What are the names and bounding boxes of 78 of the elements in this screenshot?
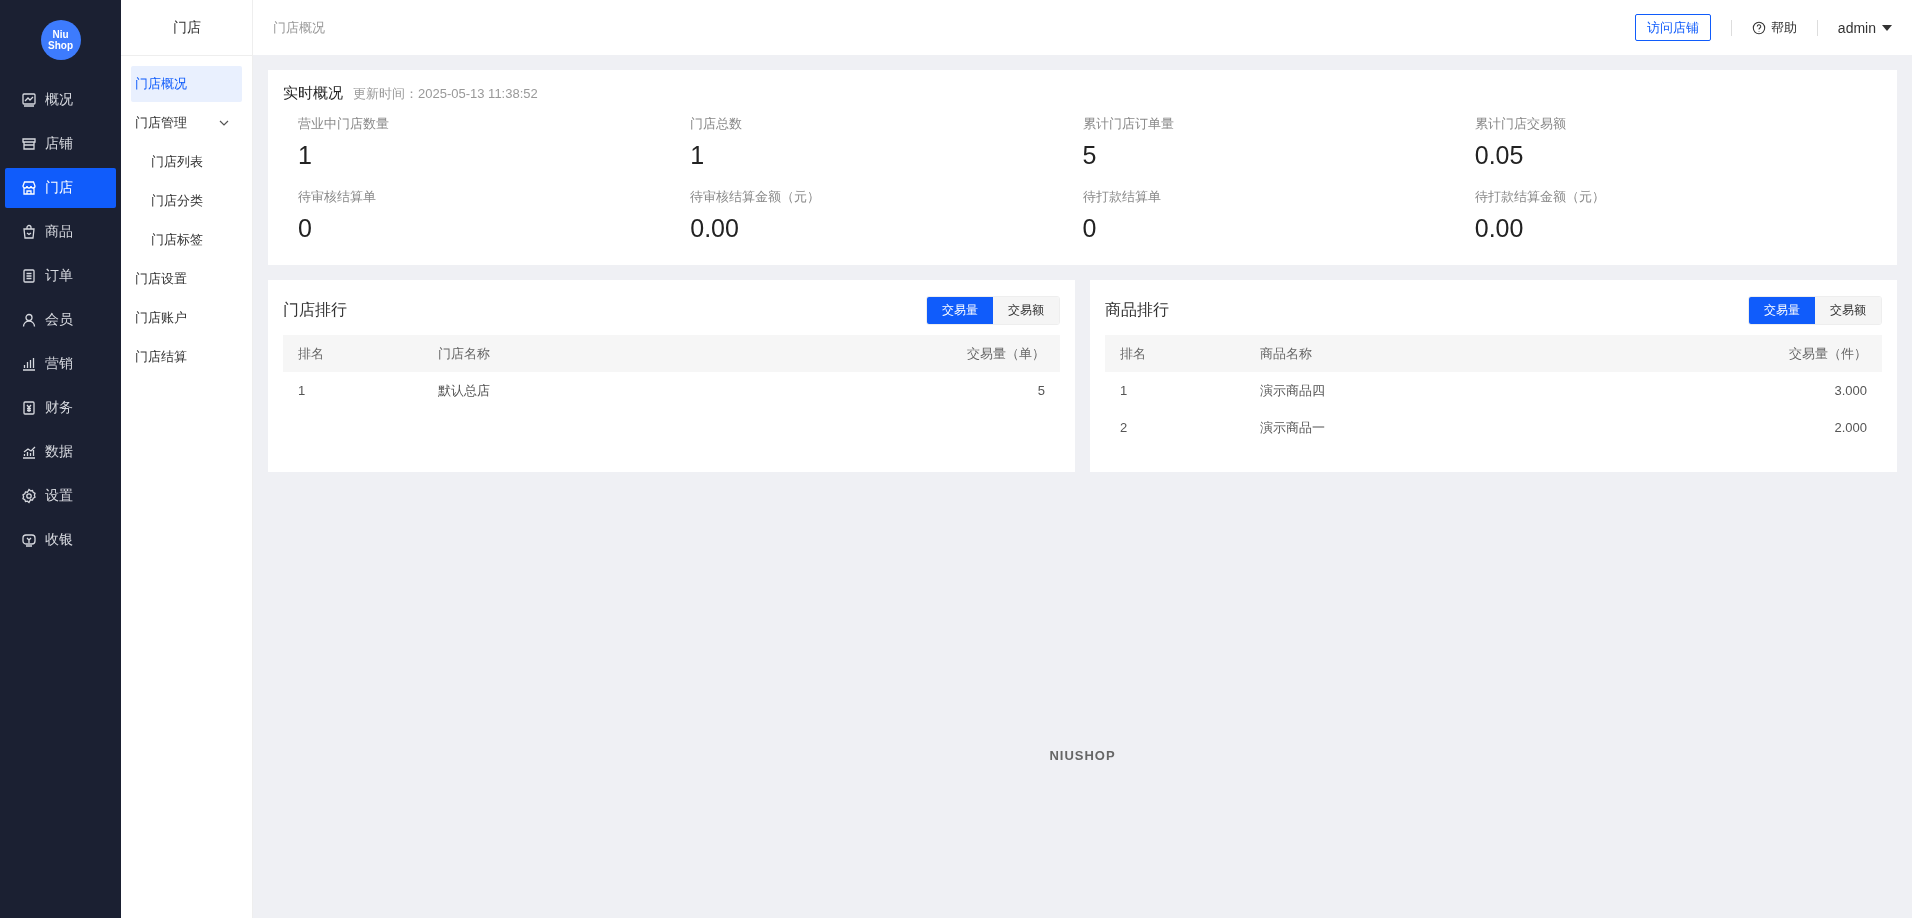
subnav-item[interactable]: 门店账户: [131, 300, 242, 336]
table-cell-text: 演示商品一: [1259, 418, 1326, 437]
toggle-button[interactable]: 交易额: [993, 297, 1059, 324]
sidebar-item[interactable]: 数据: [5, 432, 116, 472]
column-header: 交易量（单）: [697, 335, 1060, 372]
section-title: 门店排行: [283, 300, 347, 320]
stat-label: 待打款结算单: [1082, 188, 1162, 206]
user-icon: [21, 312, 37, 328]
sidebar-item[interactable]: 概况: [5, 80, 116, 120]
update-time: 更新时间：2025-05-13 11:38:52: [353, 85, 538, 103]
toggle-button[interactable]: 交易量: [1749, 297, 1815, 324]
subnav-item[interactable]: 门店结算: [131, 339, 242, 375]
sidebar-item[interactable]: 商品: [5, 212, 116, 252]
table-cell: 1: [1105, 372, 1245, 409]
stat-value: 0.05: [1474, 141, 1525, 170]
stat-label: 待审核结算金额（元）: [690, 188, 822, 206]
column-header: 商品名称: [1245, 335, 1544, 372]
subnav-item[interactable]: 门店设置: [131, 261, 242, 297]
toggle-button[interactable]: 交易量: [927, 297, 993, 324]
stat-label: 门店总数: [690, 115, 744, 133]
column-header: 门店名称: [423, 335, 698, 372]
sidebar-item[interactable]: 会员: [5, 300, 116, 340]
subnav-title: 门店: [121, 0, 252, 56]
stat-value: 0.00: [690, 214, 740, 243]
sidebar-item[interactable]: 订单: [5, 256, 116, 296]
visit-store-button[interactable]: 访问店铺: [1634, 14, 1711, 41]
gear-icon: [21, 488, 37, 504]
stat-label: 待审核结算单: [298, 188, 377, 206]
section-title: 实时概况: [283, 84, 343, 103]
section-title: 商品排行: [1105, 300, 1169, 320]
help-icon: [1751, 20, 1766, 35]
sidebar-item[interactable]: 门店: [5, 168, 116, 208]
table-cell-text: 2.000: [1833, 419, 1868, 437]
user-menu[interactable]: admin: [1837, 19, 1892, 36]
cashier-icon: [21, 532, 37, 548]
column-header: 交易量（件）: [1543, 335, 1882, 372]
chart-icon: [21, 92, 37, 108]
table-cell-text: 2: [1119, 419, 1129, 437]
stat-value: 1: [298, 141, 313, 170]
stat-value: 5: [1082, 141, 1098, 170]
table-cell: 演示商品四: [1245, 372, 1544, 409]
sidebar-item[interactable]: 收银: [5, 520, 116, 560]
caret-icon: [1882, 24, 1892, 31]
help-link[interactable]: 帮助: [1751, 18, 1797, 37]
stat-label: 待打款结算金额（元）: [1474, 188, 1606, 206]
sidebar-item[interactable]: 财务: [5, 388, 116, 428]
table-cell: 默认总店: [423, 372, 698, 409]
subnav-item[interactable]: 门店分类: [131, 183, 242, 219]
yen-icon: [21, 400, 37, 416]
logo: Niu Shop: [40, 20, 81, 60]
clipboard-icon: [21, 268, 37, 284]
table-cell: 1: [283, 372, 423, 409]
stat-value: 0: [298, 214, 313, 243]
subnav-item[interactable]: 门店标签: [131, 222, 242, 258]
subnav-item[interactable]: 门店管理: [131, 105, 242, 141]
column-header: 排名: [1105, 335, 1245, 372]
footer-brand: NIUSHOP: [1049, 747, 1116, 763]
stat-value: 0.00: [1474, 214, 1525, 243]
sidebar-item[interactable]: 营销: [5, 344, 116, 384]
sidebar-item[interactable]: 店铺: [5, 124, 116, 164]
stat-label: 累计门店订单量: [1082, 115, 1175, 133]
subnav-item[interactable]: 门店列表: [131, 144, 242, 180]
bar-chart-icon: [21, 356, 37, 372]
table-cell: 5: [697, 372, 1060, 409]
shop-icon: [21, 136, 37, 152]
table-cell: 3.000: [1543, 372, 1882, 409]
stat-label: 营业中门店数量: [298, 115, 390, 133]
store-icon: [21, 180, 37, 196]
breadcrumb: 门店概况: [273, 18, 326, 37]
column-header: 排名: [283, 335, 423, 372]
toggle-button[interactable]: 交易额: [1815, 297, 1881, 324]
stat-value: 1: [690, 141, 706, 170]
stat-label: 累计门店交易额: [1474, 115, 1567, 133]
bag-icon: [21, 224, 37, 240]
stat-value: 0: [1082, 214, 1098, 243]
sidebar-item[interactable]: 设置: [5, 476, 116, 516]
subnav-item[interactable]: 门店概况: [131, 66, 242, 102]
trend-icon: [21, 444, 37, 460]
